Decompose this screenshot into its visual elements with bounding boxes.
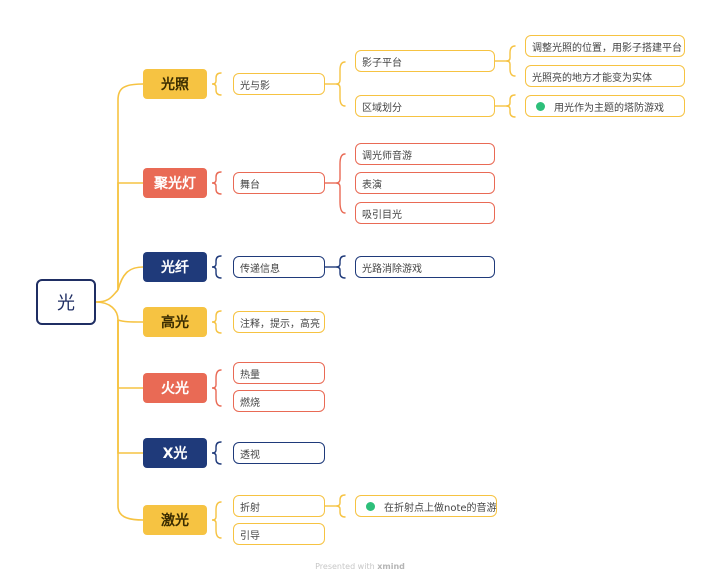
topic-refraction[interactable]: 折射: [233, 495, 325, 517]
category-label: 高光: [161, 315, 189, 331]
footer-credit: Presented with xmind: [0, 562, 720, 571]
category-guangxian[interactable]: 光纤: [143, 252, 207, 282]
category-label: 火光: [161, 381, 189, 397]
topic-label: 在折射点上做note的音游: [384, 502, 497, 514]
topic-lighting-rhythm-game[interactable]: 调光师音游: [355, 143, 495, 165]
category-label: X光: [162, 446, 188, 462]
topic-annotation[interactable]: 注释，提示，高亮: [233, 311, 325, 333]
category-gaoguang[interactable]: 高光: [143, 307, 207, 337]
topic-attract-attention[interactable]: 吸引目光: [355, 202, 495, 224]
topic-label: 传递信息: [240, 263, 280, 275]
category-juguangdeng[interactable]: 聚光灯: [143, 168, 207, 198]
topic-label: 舞台: [240, 179, 260, 191]
green-dot-icon: [366, 501, 375, 511]
topic-label: 光照亮的地方才能变为实体: [532, 72, 652, 84]
category-huoguang[interactable]: 火光: [143, 373, 207, 403]
topic-label: 区域划分: [362, 102, 402, 114]
green-dot-icon: [536, 101, 545, 111]
category-guangzhao[interactable]: 光照: [143, 69, 207, 99]
topic-region-division[interactable]: 区域划分: [355, 95, 495, 117]
category-label: 激光: [161, 513, 189, 529]
topic-label: 表演: [362, 179, 382, 191]
topic-label: 引导: [240, 530, 260, 542]
footer-brand: xmind: [377, 562, 405, 571]
category-label: 光照: [161, 77, 189, 93]
category-braces: [211, 72, 222, 539]
topic-transmit-info[interactable]: 传递信息: [233, 256, 325, 278]
topic-heat[interactable]: 热量: [233, 362, 325, 384]
topic-burning[interactable]: 燃烧: [233, 390, 325, 412]
topic-label: 调整光照的位置，用影子搭建平台: [532, 42, 682, 54]
topic-label: 燃烧: [240, 397, 260, 409]
category-xguang[interactable]: X光: [143, 438, 207, 468]
topic-label: 吸引目光: [362, 209, 402, 221]
category-label: 光纤: [161, 260, 189, 276]
topic-label: 注释，提示，高亮: [240, 318, 320, 330]
topic-see-through[interactable]: 透视: [233, 442, 325, 464]
topic-shadow-platform[interactable]: 影子平台: [355, 50, 495, 72]
link-lines: [325, 60, 506, 507]
topic-guide[interactable]: 引导: [233, 523, 325, 545]
note-refraction-rhythm-game[interactable]: 在折射点上做note的音游: [355, 495, 497, 517]
topic-label: 光与影: [240, 80, 270, 92]
mindmap-connectors: [95, 45, 516, 539]
topic-light-path-game[interactable]: 光路消除游戏: [355, 256, 495, 278]
category-label: 聚光灯: [154, 176, 196, 192]
note-shadow-platform-2[interactable]: 光照亮的地方才能变为实体: [525, 65, 685, 87]
main-branch: [95, 83, 144, 521]
topic-performance[interactable]: 表演: [355, 172, 495, 194]
category-jiguang[interactable]: 激光: [143, 505, 207, 535]
topic-label: 热量: [240, 369, 260, 381]
note-shadow-platform-1[interactable]: 调整光照的位置，用影子搭建平台: [525, 35, 685, 57]
topic-label: 调光师音游: [362, 150, 412, 162]
footer-prefix: Presented with: [315, 562, 375, 571]
topic-label: 透视: [240, 449, 260, 461]
topic-label: 光路消除游戏: [362, 263, 422, 275]
topic-stage[interactable]: 舞台: [233, 172, 325, 194]
topic-label: 用光作为主题的塔防游戏: [554, 102, 664, 114]
topic-label: 折射: [240, 502, 260, 514]
topic-light-and-shadow[interactable]: 光与影: [233, 73, 325, 95]
root-node[interactable]: 光: [36, 279, 96, 325]
root-label: 光: [57, 293, 75, 314]
topic-label: 影子平台: [362, 57, 402, 69]
note-tower-defense[interactable]: 用光作为主题的塔防游戏: [525, 95, 685, 117]
